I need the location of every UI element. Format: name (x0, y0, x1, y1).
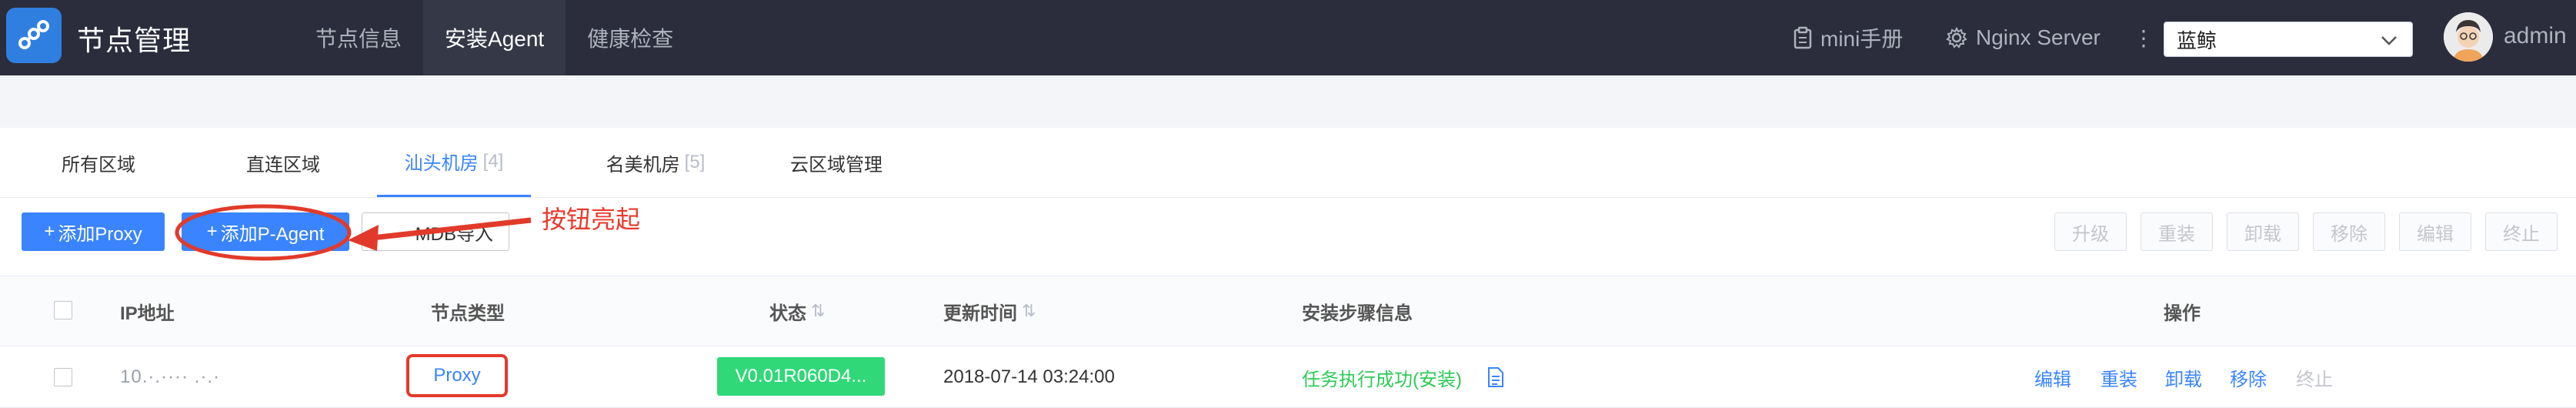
row-edit-link[interactable]: 编辑 (2034, 346, 2071, 408)
batch-edit-button[interactable]: 编辑 (2399, 212, 2471, 251)
server-settings-link[interactable]: Nginx Server (1945, 0, 2101, 75)
nav-install-agent[interactable]: 安装Agent (423, 0, 566, 75)
col-actions: 操作 (2164, 303, 2201, 324)
tab-shantou[interactable]: 汕头机房 [4] (377, 128, 531, 197)
tab-label: 名美机房 (606, 154, 680, 176)
tab-label: 汕头机房 (404, 153, 479, 174)
batch-upgrade-button[interactable]: 升级 (2054, 212, 2127, 251)
table-header: IP地址 节点类型 状态 ⇅ 更新时间 ⇅ 安装步骤信息 操作 (0, 276, 2576, 346)
top-navbar: 节点管理 节点信息 安装Agent 健康检查 mini手册 Nginx Serv… (0, 0, 2576, 75)
row-steps: 任务执行成功(安装) (1302, 369, 1462, 390)
content-panel: 所有区域 直连区域 汕头机房 [4] 名美机房 [5] 云区域管理 + 添加Pr… (0, 128, 2576, 408)
manual-label: mini手册 (1820, 27, 1904, 51)
gear-icon (1946, 26, 1967, 48)
business-select[interactable]: 蓝鲸 (2164, 22, 2413, 57)
clipboard-icon (1794, 26, 1812, 49)
tab-cloud-region-mgmt[interactable]: 云区域管理 (779, 128, 894, 197)
app-title: 节点管理 (77, 25, 192, 56)
server-label: Nginx Server (1976, 25, 2101, 49)
chevron-down-icon (2381, 36, 2397, 45)
tab-all-regions[interactable]: 所有区域 (45, 128, 152, 197)
row-updated: 2018-07-14 03:24:00 (943, 366, 1115, 387)
batch-uninstall-button[interactable]: 卸载 (2227, 212, 2299, 251)
main-nav: 节点信息 安装Agent 健康检查 (294, 0, 695, 75)
node-type-label: Proxy (433, 365, 481, 386)
row-remove-link[interactable]: 移除 (2230, 346, 2267, 408)
row-terminate-link[interactable]: 终止 (2296, 346, 2333, 408)
col-node-type: 节点类型 (431, 303, 505, 324)
col-ip: IP地址 (120, 303, 175, 324)
more-menu-icon[interactable]: ⋮ (2133, 0, 2154, 75)
plus-icon: + (44, 221, 55, 242)
annotation-highlight (175, 204, 532, 261)
tab-label: 云区域管理 (790, 154, 883, 176)
batch-remove-button[interactable]: 移除 (2313, 212, 2385, 251)
tab-direct-region[interactable]: 直连区域 (229, 128, 337, 197)
nav-node-info[interactable]: 节点信息 (294, 0, 423, 75)
add-proxy-label: 添加Proxy (58, 223, 142, 245)
row-reinstall-link[interactable]: 重装 (2101, 346, 2137, 408)
tab-label: 所有区域 (62, 154, 135, 176)
nav-health-check[interactable]: 健康检查 (566, 0, 695, 75)
tab-label: 直连区域 (246, 154, 320, 176)
tab-count: [5] (684, 152, 706, 172)
document-icon[interactable] (1487, 346, 1505, 408)
sort-icon: ⇅ (1022, 301, 1036, 320)
batch-terminate-button[interactable]: 终止 (2485, 212, 2558, 251)
manual-link[interactable]: mini手册 (1793, 0, 1903, 75)
app-logo-icon[interactable] (6, 8, 62, 63)
col-status[interactable]: 状态 ⇅ (769, 276, 825, 346)
tab-mingmei[interactable]: 名美机房 [5] (586, 128, 725, 197)
row-node-type[interactable]: Proxy (406, 354, 508, 397)
col-updated-label: 更新时间 (943, 303, 1017, 324)
col-updated[interactable]: 更新时间 ⇅ (943, 276, 1036, 346)
row-ip: 10.·.···· .·.· (120, 366, 220, 387)
col-steps: 安装步骤信息 (1302, 303, 1413, 324)
username[interactable]: admin (2504, 23, 2567, 49)
sort-icon: ⇅ (811, 301, 826, 320)
add-proxy-button[interactable]: + 添加Proxy (22, 212, 165, 251)
tab-count: [4] (482, 150, 504, 172)
annotation-text: 按钮亮起 (542, 206, 641, 233)
batch-reinstall-button[interactable]: 重装 (2141, 212, 2213, 251)
business-select-value: 蓝鲸 (2177, 28, 2217, 52)
row-checkbox[interactable] (54, 368, 72, 386)
row-uninstall-link[interactable]: 卸载 (2165, 346, 2202, 408)
user-avatar[interactable] (2444, 12, 2493, 62)
region-tabs: 所有区域 直连区域 汕头机房 [4] 名美机房 [5] 云区域管理 (0, 128, 2576, 198)
row-status-badge: V0.01R060D4... (717, 357, 885, 396)
select-all-checkbox[interactable] (54, 301, 72, 319)
table-row: 10.·.···· .·.· Proxy V0.01R060D4... 2018… (0, 346, 2576, 408)
col-status-label: 状态 (769, 303, 806, 324)
